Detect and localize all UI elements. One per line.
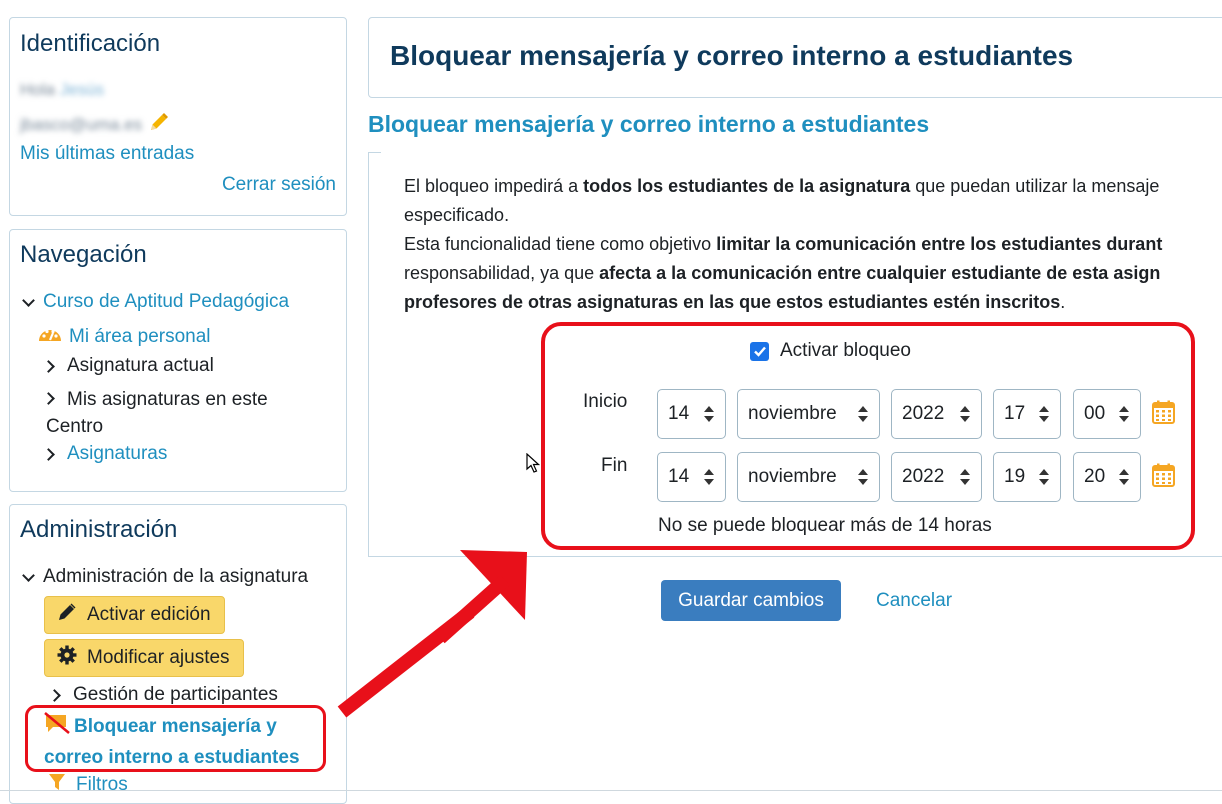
activar-edicion-button[interactable]: Activar edición [44, 596, 225, 634]
nav-mis-asignaturas-label-1: Mis asignaturas en este [67, 389, 268, 410]
desc-p1-c: que puedan utilizar la mensaje [910, 176, 1160, 196]
chevron-down-icon [22, 568, 35, 582]
email-line: jbasco@uma.es [20, 111, 170, 138]
gestion-participantes-item[interactable]: Gestión de participantes [48, 684, 278, 706]
description-text: El bloqueo impedirá a todos los estudian… [404, 172, 1222, 317]
nav-mi-area-link[interactable]: Mi área personal [69, 326, 211, 348]
desc-p1-d: especificado. [404, 205, 510, 225]
nav-course-item[interactable]: Curso de Aptitud Pedagógica [22, 291, 289, 313]
admin-asignatura-item[interactable]: Administración de la asignatura [22, 566, 309, 588]
chevron-right-icon [48, 688, 61, 702]
page-title: Bloquear mensajería y correo interno a e… [390, 40, 1074, 71]
chevron-right-icon [42, 392, 55, 405]
guardar-cambios-button[interactable]: Guardar cambios [661, 580, 841, 621]
cerrar-sesion-link[interactable]: Cerrar sesión [222, 174, 336, 196]
page-header-card: Bloquear mensajería y correo interno a e… [368, 17, 1222, 98]
filtros-item[interactable]: Filtros [48, 773, 128, 796]
chevron-right-icon [42, 359, 55, 373]
bottom-divider [0, 790, 1222, 791]
dashboard-icon [37, 323, 63, 350]
identificacion-block: Identificación Hola Jesús jbasco@uma.es … [9, 17, 347, 216]
filter-icon [48, 773, 66, 796]
sidebar-highlight-box [25, 705, 326, 772]
greeting-line: Hola Jesús [20, 80, 104, 100]
desc-p2-f: . [1060, 292, 1066, 312]
nav-mis-asignaturas-item[interactable]: Mis asignaturas en este Centro [42, 387, 334, 441]
navegacion-block: Navegación Curso de Aptitud Pedagógica M… [9, 229, 347, 492]
modificar-ajustes-button[interactable]: Modificar ajustes [44, 639, 244, 677]
desc-p1-b: todos los estudiantes de la asignatura [583, 176, 911, 196]
form-highlight-box [541, 322, 1195, 550]
gestion-participantes-label: Gestión de participantes [73, 684, 278, 705]
gear-icon [57, 645, 77, 671]
desc-p2-a: Esta funcionalidad tiene como objetivo [404, 234, 717, 254]
form-fieldset-top-border [369, 152, 381, 153]
desc-p2-d: afecta a la comunicación entre cualquier… [599, 263, 1161, 283]
user-name-link[interactable]: Jesús [60, 80, 104, 99]
chevron-down-icon [22, 293, 35, 307]
desc-p1-a: El bloqueo impedirá a [404, 176, 584, 196]
mis-ultimas-entradas-link[interactable]: Mis últimas entradas [20, 143, 194, 165]
nav-asignatura-actual-label: Asignatura actual [67, 355, 214, 376]
identificacion-title: Identificación [20, 30, 161, 57]
nav-asignaturas-item[interactable]: Asignaturas [42, 443, 167, 465]
chevron-right-icon [42, 447, 55, 461]
nav-mis-asignaturas-label-2: Centro [46, 416, 104, 437]
section-title: Bloquear mensajería y correo interno a e… [368, 111, 930, 137]
pencil-icon [57, 602, 77, 628]
red-arrow-annotation [330, 540, 560, 730]
activar-edicion-label: Activar edición [87, 604, 211, 625]
greeting-text: Hola [20, 80, 55, 99]
navegacion-title: Navegación [20, 241, 147, 268]
pencil-icon[interactable] [148, 111, 170, 138]
filtros-link[interactable]: Filtros [76, 774, 128, 796]
mouse-cursor-icon [526, 452, 541, 478]
nav-mi-area-item[interactable]: Mi área personal [37, 323, 211, 350]
cancelar-link[interactable]: Cancelar [876, 590, 952, 612]
desc-p2-e: profesores de otras asignaturas en las q… [404, 292, 1061, 312]
desc-p2-b: limitar la comunicación entre los estudi… [716, 234, 1163, 254]
desc-p2-c: responsabilidad, ya que [404, 263, 600, 283]
modificar-ajustes-label: Modificar ajustes [87, 647, 230, 668]
nav-asignatura-actual-item[interactable]: Asignatura actual [42, 355, 214, 377]
nav-asignaturas-link[interactable]: Asignaturas [67, 443, 167, 465]
admin-asignatura-label: Administración de la asignatura [43, 566, 309, 587]
nav-course-link[interactable]: Curso de Aptitud Pedagógica [43, 291, 289, 313]
user-email: jbasco@uma.es [20, 114, 143, 134]
administracion-title: Administración [20, 516, 178, 543]
